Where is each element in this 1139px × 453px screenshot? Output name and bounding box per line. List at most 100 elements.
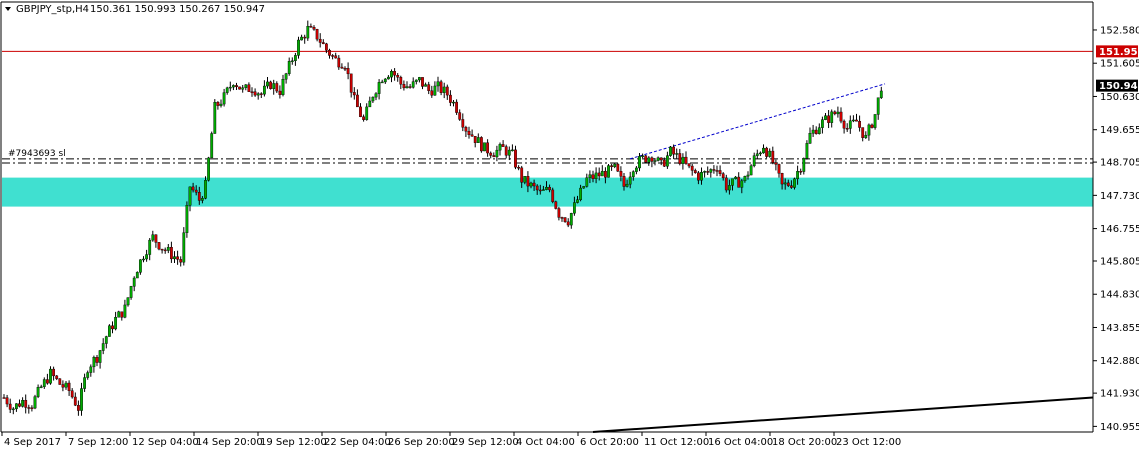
candle-body: [8, 403, 12, 410]
candle-body: [185, 205, 189, 233]
candle-body: [489, 152, 493, 156]
solid-trendline[interactable]: [592, 396, 1094, 433]
candle-body: [70, 390, 74, 398]
candle-body: [58, 378, 62, 385]
candle-body: [672, 146, 676, 155]
candle-body: [73, 396, 77, 406]
candle-body: [200, 198, 204, 201]
candle-body: [101, 343, 105, 351]
candle-body: [452, 101, 455, 104]
candle-body: [662, 159, 666, 167]
candle-body: [687, 163, 691, 167]
candle-body: [92, 357, 96, 368]
candle-body: [777, 164, 781, 174]
candle-body: [520, 167, 524, 183]
candle-body: [532, 182, 536, 187]
candle-body: [55, 375, 59, 379]
candle-body: [839, 111, 843, 122]
chart-window: #7943693 sl 152.580 151.605 150.630 149.655…: [0, 0, 1139, 453]
candle-body: [346, 68, 350, 75]
candle-body: [796, 171, 800, 180]
candle-body: [380, 81, 384, 84]
candle-body: [876, 97, 880, 115]
candle-body: [11, 408, 15, 411]
candle-body: [480, 137, 483, 152]
candle-body: [312, 27, 316, 30]
candle-body: [538, 189, 542, 192]
candle-body: [365, 106, 369, 120]
candle-body: [414, 79, 418, 82]
candle-body: [241, 87, 245, 90]
resistance-price-label: 151.952: [1099, 47, 1139, 58]
candle-body: [18, 403, 21, 407]
x-tick-label: 26 Sep 20:00: [388, 437, 455, 448]
candle-body: [752, 155, 756, 167]
candle-body: [461, 119, 465, 128]
candle-body: [879, 90, 883, 98]
candle-body: [728, 185, 731, 191]
candle-body: [833, 111, 837, 115]
candle-body: [151, 234, 155, 241]
candle-body: [95, 357, 99, 363]
candle-body: [579, 187, 583, 200]
candle-body: [368, 100, 372, 108]
candle-body: [256, 93, 260, 96]
candle-body: [551, 189, 555, 202]
candle-body: [566, 221, 570, 226]
candle-body: [421, 77, 424, 87]
candle-body: [811, 129, 815, 134]
candle-body: [402, 84, 406, 89]
candle-body: [709, 169, 713, 173]
candle-body: [836, 111, 840, 115]
support-zone[interactable]: [2, 177, 1093, 207]
candle-body: [647, 157, 651, 163]
candle-body: [790, 185, 793, 188]
y-tick-label: 141.930: [1100, 389, 1139, 400]
candle-body: [191, 186, 195, 191]
candle-body: [5, 397, 9, 405]
candle-body: [814, 129, 818, 135]
candle-body: [718, 170, 722, 174]
candle-body: [46, 379, 49, 384]
candle-body: [157, 242, 161, 250]
candle-body: [780, 173, 784, 185]
candle-body: [253, 91, 257, 96]
candle-body: [244, 84, 248, 88]
candle-body: [870, 124, 874, 128]
y-tick-label: 147.730: [1100, 191, 1139, 202]
dashed-trendline[interactable]: [629, 83, 886, 160]
candle-body: [61, 384, 65, 388]
candle-body: [399, 77, 403, 85]
candle-body: [573, 202, 576, 214]
candle-body: [554, 201, 558, 209]
candle-body: [529, 182, 533, 187]
candle-body: [2, 397, 6, 399]
candle-body: [36, 387, 40, 397]
candle-body: [455, 101, 458, 113]
candle-body: [576, 199, 579, 203]
candle-body: [433, 85, 437, 96]
candle-body: [281, 79, 285, 95]
y-tick-label: 146.755: [1100, 224, 1139, 235]
candle-body: [396, 75, 400, 78]
candle-body: [498, 144, 502, 151]
candle-body: [666, 155, 669, 167]
candle-body: [269, 81, 272, 89]
dropdown-triangle-icon[interactable]: [5, 7, 11, 11]
candle-body: [873, 114, 877, 128]
candle-body: [861, 127, 865, 138]
candle-body: [600, 170, 604, 177]
candle-body: [42, 379, 46, 387]
x-tick-label: 12 Sep 04:00: [132, 437, 199, 448]
x-tick-label: 4 Sep 2017: [4, 437, 61, 448]
candle-body: [377, 82, 381, 94]
candle-body: [821, 119, 824, 128]
candle-body: [235, 85, 238, 88]
candle-body: [331, 55, 334, 57]
candle-body: [445, 86, 449, 96]
candle-body: [542, 189, 545, 191]
candle-body: [715, 170, 719, 172]
candle-body: [442, 86, 446, 93]
candle-body: [852, 119, 855, 122]
candle-body: [805, 143, 809, 159]
